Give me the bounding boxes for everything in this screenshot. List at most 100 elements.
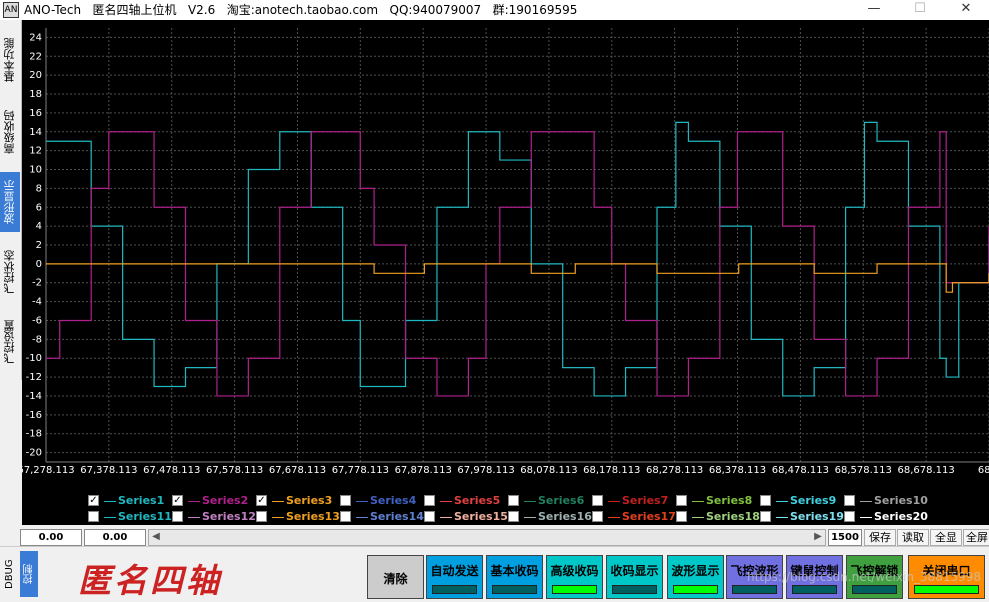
legend-item[interactable]: Series16 — [508, 509, 592, 525]
legend-checkbox[interactable] — [760, 495, 771, 506]
tab-flight-settings[interactable]: 飞控设置 — [0, 312, 20, 372]
series-legend: ✓ Series1 ✓ Series2 ✓ Series3 Series4 Series5 Se… — [22, 475, 989, 525]
legend-checkbox[interactable] — [592, 511, 603, 522]
legend-item[interactable]: Series17 — [592, 509, 676, 525]
legend-item[interactable]: ✓ Series3 — [256, 493, 338, 509]
x-tick-label: 67,678.113 — [269, 465, 326, 475]
legend-label: Series13 — [286, 510, 340, 523]
legend-item[interactable]: Series14 — [340, 509, 424, 525]
legend-checkbox[interactable] — [508, 511, 519, 522]
legend-label: Series18 — [706, 510, 760, 523]
y-tick-label: 20 — [29, 70, 42, 81]
legend-checkbox[interactable] — [340, 495, 351, 506]
window-title: ANO-Tech 匿名四轴上位机 V2.6 淘宝:anotech.taobao.… — [24, 3, 578, 17]
legend-label: Series4 — [370, 494, 417, 507]
y-tick-label: 16 — [29, 108, 42, 119]
legend-item[interactable]: Series9 — [760, 493, 842, 509]
legend-item[interactable]: Series12 — [172, 509, 256, 525]
legend-item[interactable]: Series8 — [676, 493, 758, 509]
legend-label: Series16 — [538, 510, 592, 523]
toolbar-button[interactable]: 收码显示 — [606, 555, 663, 599]
status-indicator — [612, 585, 657, 594]
legend-item[interactable]: Series6 — [508, 493, 590, 509]
legend-checkbox[interactable] — [508, 495, 519, 506]
legend-item[interactable]: Series18 — [676, 509, 760, 525]
toolbar-button-label: 波形显示 — [671, 564, 720, 578]
x-tick-label: 67,578.113 — [206, 465, 263, 475]
toolbar-button[interactable]: 基本收码 — [486, 555, 543, 599]
maximize-button[interactable]: ☐ — [897, 0, 943, 20]
legend-checkbox[interactable] — [424, 495, 435, 506]
legend-item[interactable]: Series19 — [760, 509, 844, 525]
legend-swatch — [692, 517, 704, 518]
toolbar-button[interactable]: 高级收码 — [546, 555, 603, 599]
debug-tab[interactable]: DBUG — [0, 551, 18, 597]
legend-item[interactable]: Series11 — [88, 509, 172, 525]
legend-checkbox[interactable] — [844, 495, 855, 506]
y-tick-label: -20 — [26, 448, 42, 459]
legend-label: Series11 — [118, 510, 172, 523]
y-tick-label: 0 — [36, 259, 42, 270]
control-row: 0.00 0.00 ◀ ▶ 1500 保存 读取 全显 全屏 — [0, 526, 989, 546]
y-tick-label: 18 — [29, 89, 42, 100]
legend-checkbox[interactable] — [424, 511, 435, 522]
value-right-field[interactable]: 0.00 — [84, 529, 146, 546]
legend-swatch — [356, 501, 368, 502]
y-tick-label: 8 — [36, 183, 42, 194]
legend-checkbox[interactable] — [172, 511, 183, 522]
tab-basic-functions[interactable]: 基本功能 — [0, 30, 20, 90]
tab-flight-status[interactable]: 飞控状态 — [0, 242, 20, 302]
x-tick-label: 68,578.113 — [835, 465, 892, 475]
tab-advanced-receive[interactable]: 高级收码 — [0, 102, 20, 162]
legend-item[interactable]: Series4 — [340, 493, 422, 509]
show-all-button[interactable]: 全显 — [930, 529, 962, 546]
toolbar-button[interactable]: 波形显示 — [667, 555, 724, 599]
toolbar-button[interactable]: 自动发送 — [426, 555, 483, 599]
legend-swatch — [524, 501, 536, 502]
scroll-right-icon[interactable]: ▶ — [811, 530, 825, 545]
x-tick-label: 68,278.113 — [646, 465, 703, 475]
y-tick-label: -4 — [32, 297, 42, 308]
legend-checkbox[interactable] — [844, 511, 855, 522]
waveform-chart[interactable]: -20-18-16-14-12-10-8-6-4-202468101214161… — [22, 20, 989, 475]
legend-item[interactable]: Series20 — [844, 509, 928, 525]
toolbar-button-label: 自动发送 — [430, 564, 479, 578]
legend-swatch — [104, 501, 116, 502]
toolbar-button[interactable]: 清除 — [367, 555, 424, 599]
watermark: https://blog.csdn.net/weixin_38815998 — [746, 570, 981, 584]
legend-checkbox[interactable] — [256, 511, 267, 522]
save-button[interactable]: 保存 — [864, 529, 896, 546]
legend-checkbox[interactable] — [340, 511, 351, 522]
legend-item[interactable]: Series7 — [592, 493, 674, 509]
time-scrollbar[interactable]: ◀ ▶ — [148, 529, 826, 546]
legend-label: Series10 — [874, 494, 928, 507]
legend-checkbox[interactable] — [88, 511, 99, 522]
fullscreen-button[interactable]: 全屏 — [963, 529, 989, 546]
legend-checkbox[interactable] — [592, 495, 603, 506]
legend-swatch — [776, 517, 788, 518]
legend-item[interactable]: Series5 — [424, 493, 506, 509]
legend-label: Series17 — [622, 510, 676, 523]
legend-swatch — [272, 517, 284, 518]
legend-checkbox[interactable]: ✓ — [256, 495, 267, 506]
scroll-left-icon[interactable]: ◀ — [149, 530, 163, 545]
legend-item[interactable]: ✓ Series2 — [172, 493, 254, 509]
legend-item[interactable]: Series13 — [256, 509, 340, 525]
toolbar-button-label: 收码显示 — [610, 564, 659, 578]
close-button[interactable]: ✕ — [943, 0, 989, 20]
control-tab[interactable]: 控制 — [20, 551, 38, 597]
legend-item[interactable]: Series10 — [844, 493, 928, 509]
legend-item[interactable]: Series15 — [424, 509, 508, 525]
legend-checkbox[interactable] — [676, 495, 687, 506]
tab-waveform-display[interactable]: 波形显示 — [0, 172, 20, 232]
legend-checkbox[interactable]: ✓ — [172, 495, 183, 506]
app-icon: AN — [3, 2, 19, 18]
legend-checkbox[interactable] — [676, 511, 687, 522]
legend-checkbox[interactable]: ✓ — [88, 495, 99, 506]
legend-item[interactable]: ✓ Series1 — [88, 493, 170, 509]
legend-checkbox[interactable] — [760, 511, 771, 522]
read-button[interactable]: 读取 — [897, 529, 929, 546]
points-field[interactable]: 1500 — [828, 529, 862, 546]
minimize-button[interactable]: — — [851, 0, 897, 20]
value-left-field[interactable]: 0.00 — [20, 529, 82, 546]
